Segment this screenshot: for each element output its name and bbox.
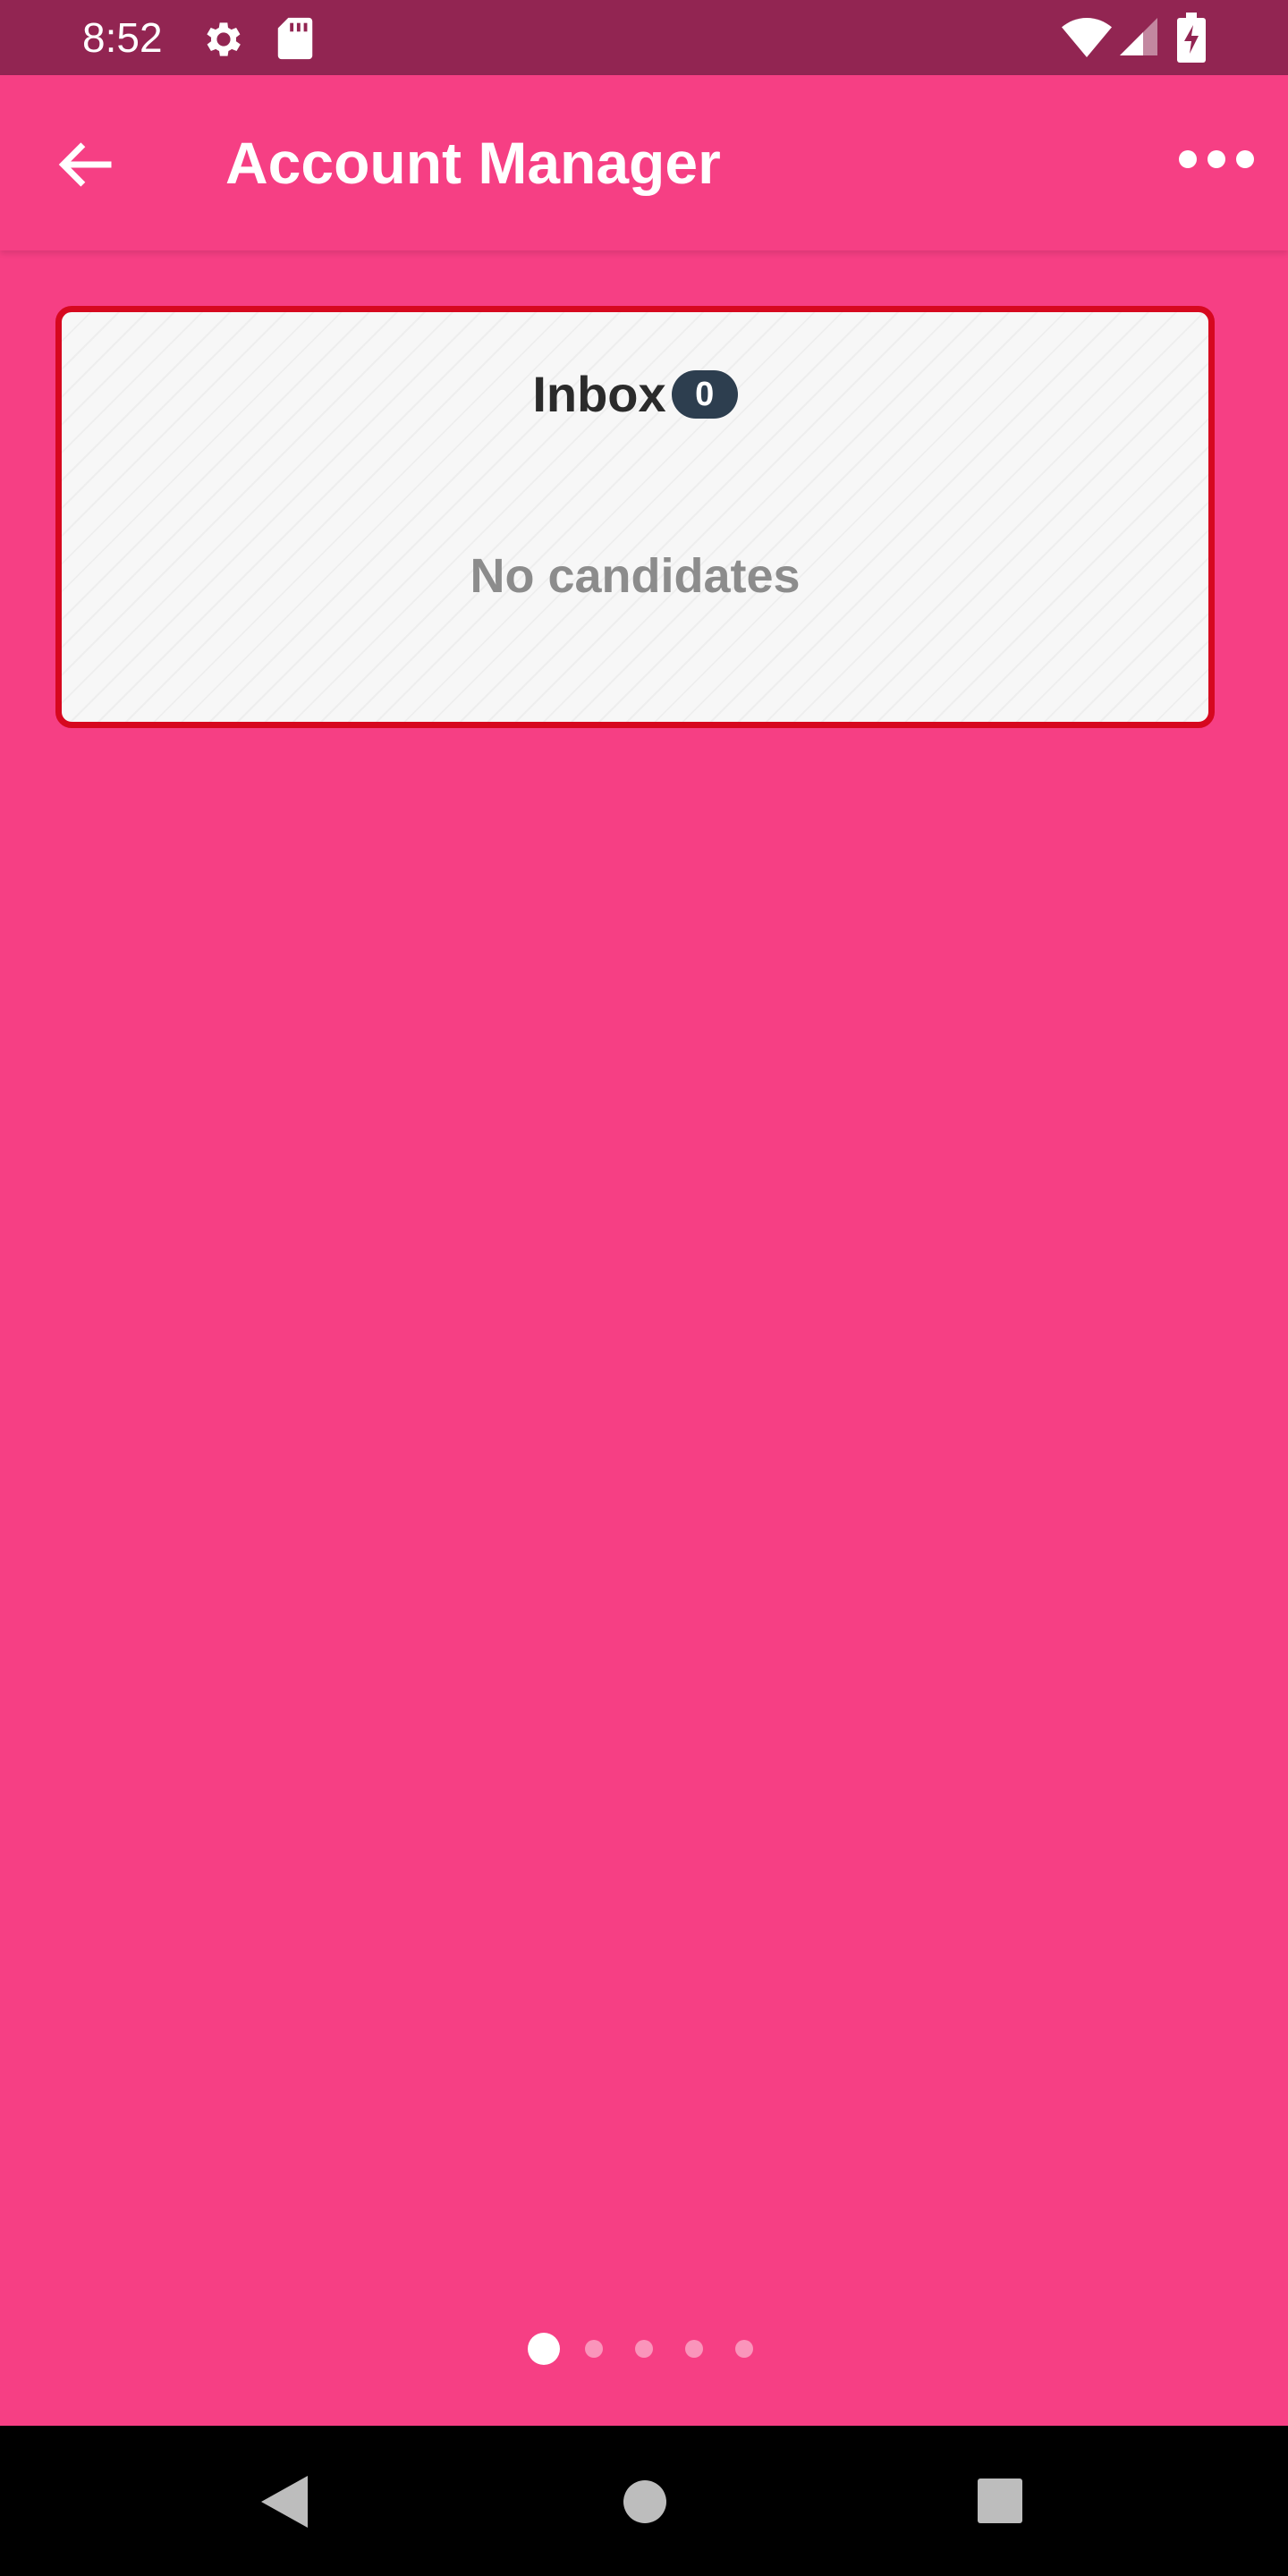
empty-state-message: No candidates bbox=[470, 549, 801, 603]
page-indicator bbox=[0, 2331, 1288, 2367]
more-options-icon[interactable] bbox=[1177, 141, 1256, 177]
battery-charging-icon bbox=[1177, 13, 1206, 63]
nav-home-icon[interactable] bbox=[623, 2479, 667, 2524]
inbox-title: Inbox bbox=[532, 366, 666, 422]
cell-signal-icon bbox=[1120, 18, 1157, 55]
sd-card-icon bbox=[277, 17, 313, 60]
page-dot-5[interactable] bbox=[735, 2340, 753, 2358]
nav-recents-icon[interactable] bbox=[977, 2478, 1023, 2524]
page-dot-4[interactable] bbox=[685, 2340, 703, 2358]
system-nav-bar bbox=[0, 2426, 1288, 2576]
screen: 8:52 Account Manager Inbox 0 No candidat… bbox=[0, 0, 1288, 2576]
page-dot-3[interactable] bbox=[635, 2340, 653, 2358]
status-time: 8:52 bbox=[82, 14, 163, 61]
nav-back-icon[interactable] bbox=[259, 2474, 309, 2529]
status-bar: 8:52 bbox=[0, 0, 1288, 75]
page-dot-1[interactable] bbox=[528, 2333, 560, 2365]
back-arrow-icon[interactable] bbox=[52, 131, 120, 199]
wifi-icon bbox=[1062, 18, 1112, 57]
inbox-count-badge: 0 bbox=[671, 370, 738, 419]
inbox-header: Inbox 0 bbox=[62, 364, 1208, 425]
page-title: Account Manager bbox=[225, 130, 721, 196]
page-dot-2[interactable] bbox=[585, 2340, 603, 2358]
settings-icon bbox=[207, 22, 241, 56]
inbox-card[interactable]: Inbox 0 No candidates bbox=[55, 306, 1215, 728]
app-bar: Account Manager bbox=[0, 75, 1288, 250]
